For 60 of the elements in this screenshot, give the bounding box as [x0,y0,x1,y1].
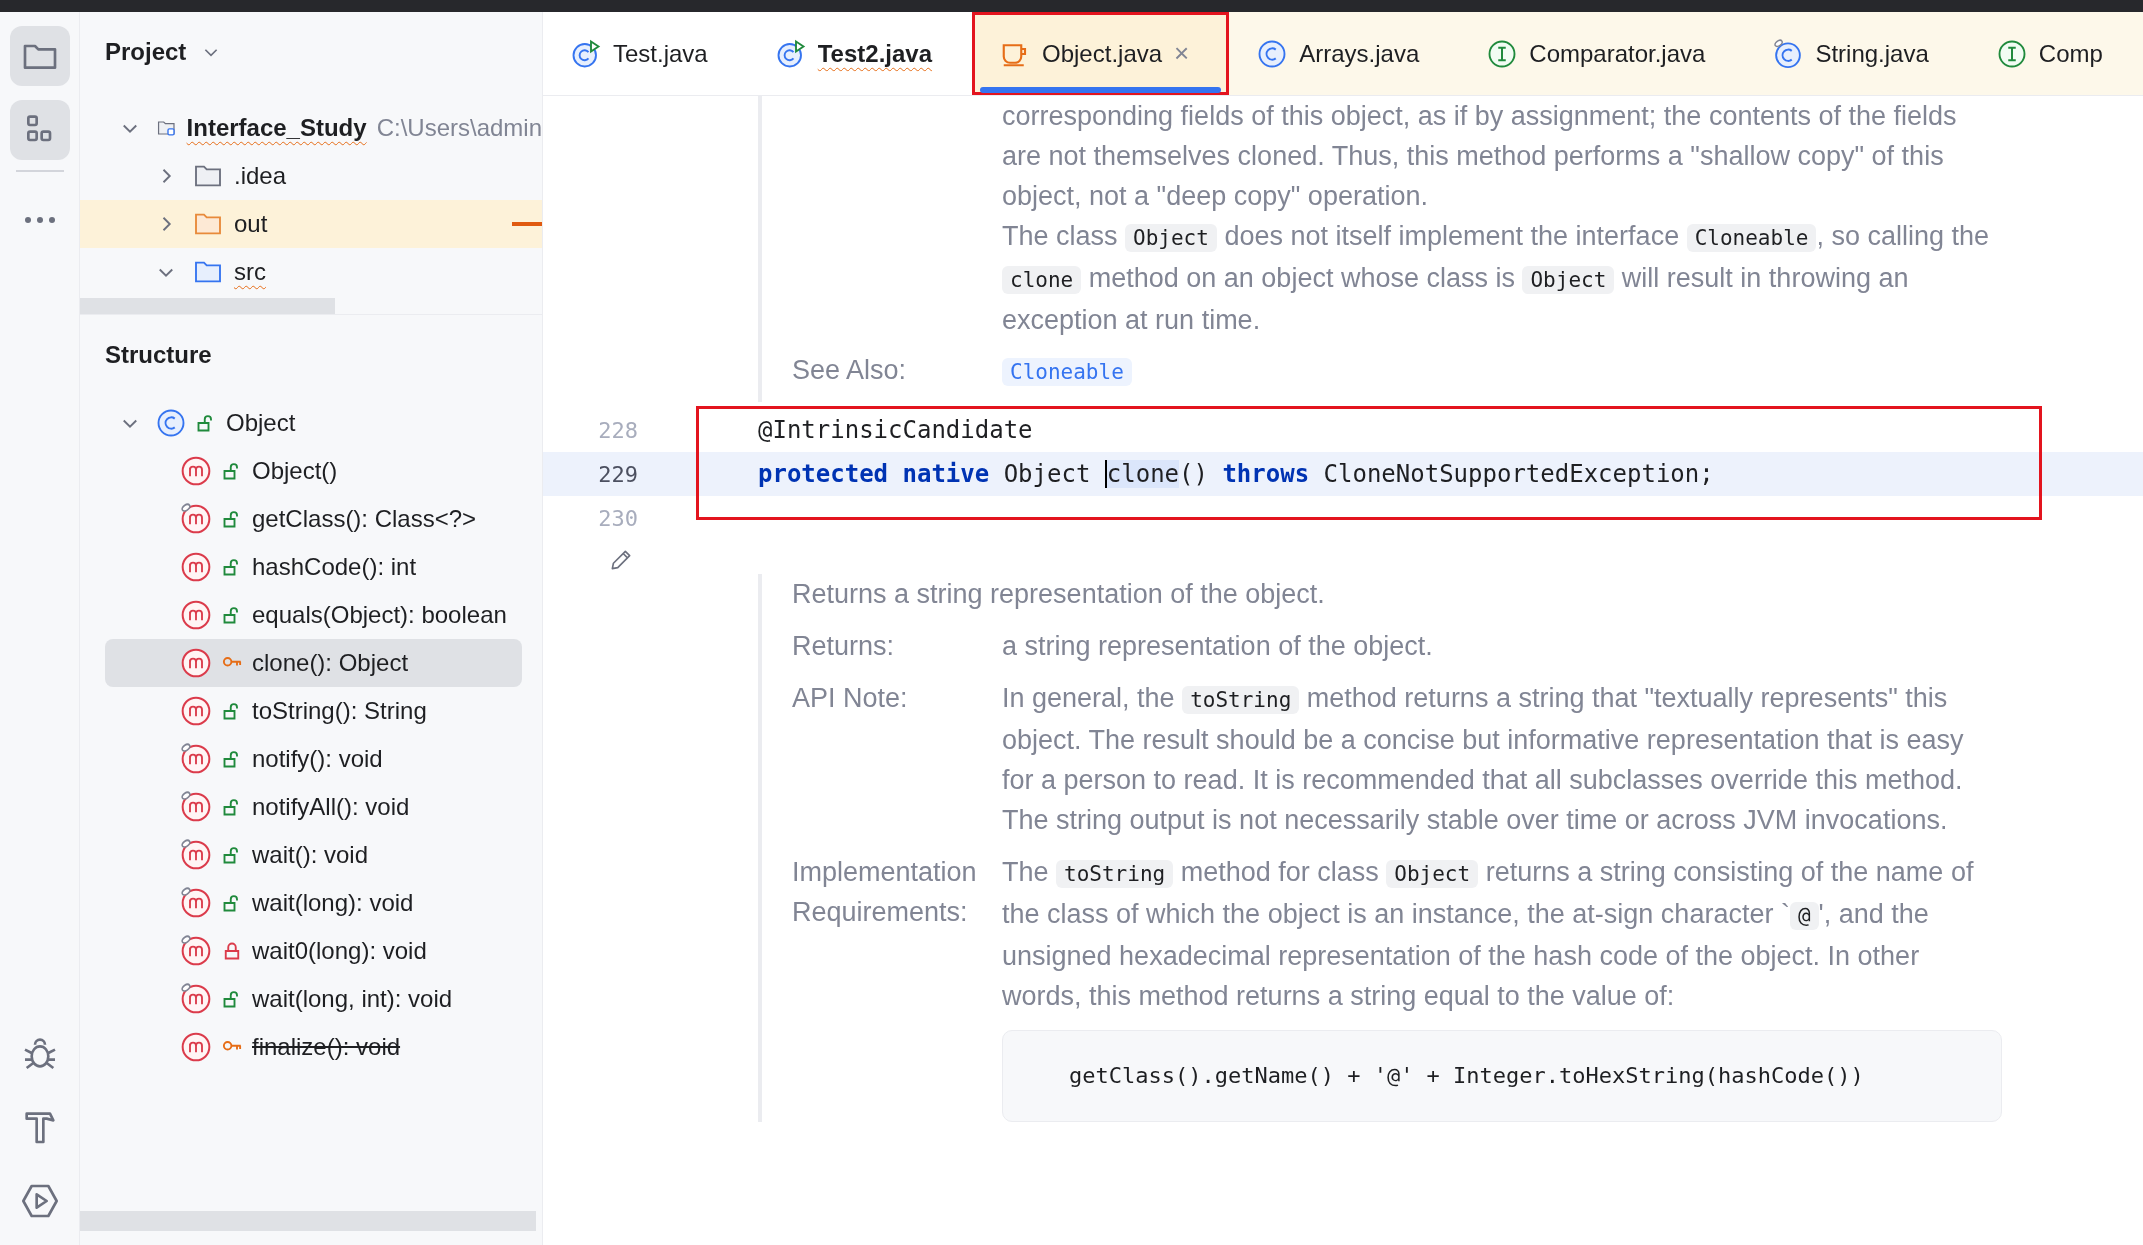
structure-item[interactable]: getClass(): Class<?> [105,495,522,543]
cloneable-link[interactable]: Cloneable [1002,358,1132,386]
class-icon [1257,38,1288,69]
runnable-class-icon [571,38,601,69]
structure-item[interactable]: finalize(): void [105,1023,522,1071]
doc-paragraph: In general, the toString method returns a string that "textually represents" this object. The result should be a concise but informative representation that is easy for a person to read. It is recommended that all subclasses override this method. The string output is not necessarily stable over time or across JVM invocations. [1002,682,1965,837]
editor-tab[interactable]: Arrays.java [1229,12,1460,95]
scrollbar[interactable] [80,298,335,314]
structure-item[interactable]: notify(): void [105,735,522,783]
code-token: () [1179,460,1209,488]
interface-icon [1996,38,2027,69]
interface-icon [1487,38,1518,69]
structure-item[interactable]: wait(): void [105,831,522,879]
editor-tab[interactable]: String.java [1745,12,1969,95]
line-number: 230 [597,505,638,531]
structure-item[interactable]: wait0(long): void [105,927,522,975]
structure-item[interactable]: Object() [105,447,522,495]
code-block: getClass().getName() + '@' + Integer.toHexString(hashCode()) [1002,1030,2002,1122]
structure-item[interactable]: notifyAll(): void [105,783,522,831]
project-tool-button[interactable] [9,26,70,86]
panel-title: Project [105,38,187,66]
doc-label: See Also: [792,354,908,387]
editor-tab[interactable]: Object.java × [972,12,1230,95]
tree-item[interactable]: Interface_Study C:\Users\admin [80,104,542,152]
editor-tab[interactable]: Test2.java [747,12,972,95]
doc-paragraph: a string representation of the object. [1002,630,1433,663]
tree-item[interactable]: src [80,248,542,296]
code-token: throws [1222,460,1310,488]
doc-paragraph: The toString method for class Object returns a string consisting of the name of the class of which the object is an instance, the at-sign character ` @ ', and the unsigned hexadecimal representation of the hash code of the object. In other words, this method returns a string equal to the value of: [1002,856,1975,1013]
code-token: @IntrinsicCandidate [758,416,1033,444]
code-token: protected native [758,460,990,488]
structure-item[interactable]: wait(long, int): void [105,975,522,1023]
line-number: 228 [597,417,638,443]
structure-item[interactable]: clone(): Object [105,639,522,687]
tree-item[interactable]: out [80,200,542,248]
code-token: clone [1104,460,1180,488]
structure-item[interactable]: Object [105,399,522,447]
editor-tab[interactable]: Comp [1968,12,2143,95]
doc-paragraph: The class Object does not itself implement the interface Cloneable , so calling the clone method on an object whose class is Object will result in throwing an exception at run time. [1002,220,1991,337]
editor-tab[interactable]: Test.java [543,12,748,95]
tree-item[interactable]: .idea [80,152,542,200]
doc-label: API Note: [792,682,909,715]
doc-label: Implementation Requirements: [792,856,978,929]
scrollbar[interactable] [80,1211,536,1231]
structure-item[interactable]: toString(): String [105,687,522,735]
editor-tab[interactable]: Comparator.java [1459,12,1746,95]
doc-paragraph: corresponding fields of this object, as if by assignment; the contents of the fields are not themselves cloned. Thus, this method performs a "shallow copy" of this object, not a "deep copy" operation. [1002,100,1958,213]
code-token: Object [1002,460,1092,488]
structure-item[interactable]: wait(long): void [105,879,522,927]
doc-summary: Returns a string representation of the object. [792,578,1326,611]
line-number: 229 [597,461,638,487]
structure-item[interactable]: equals(Object): boolean [105,591,522,639]
code-token: CloneNotSupportedException; [1322,460,1714,488]
class-icon [156,408,186,438]
structure-item[interactable]: hashCode(): int [105,543,522,591]
doc-label: Returns: [792,630,896,663]
runnable-class-icon [775,38,806,69]
final-class-icon [1773,38,1804,69]
panel-title: Structure [105,341,212,369]
structure-tool-button[interactable] [9,100,70,160]
